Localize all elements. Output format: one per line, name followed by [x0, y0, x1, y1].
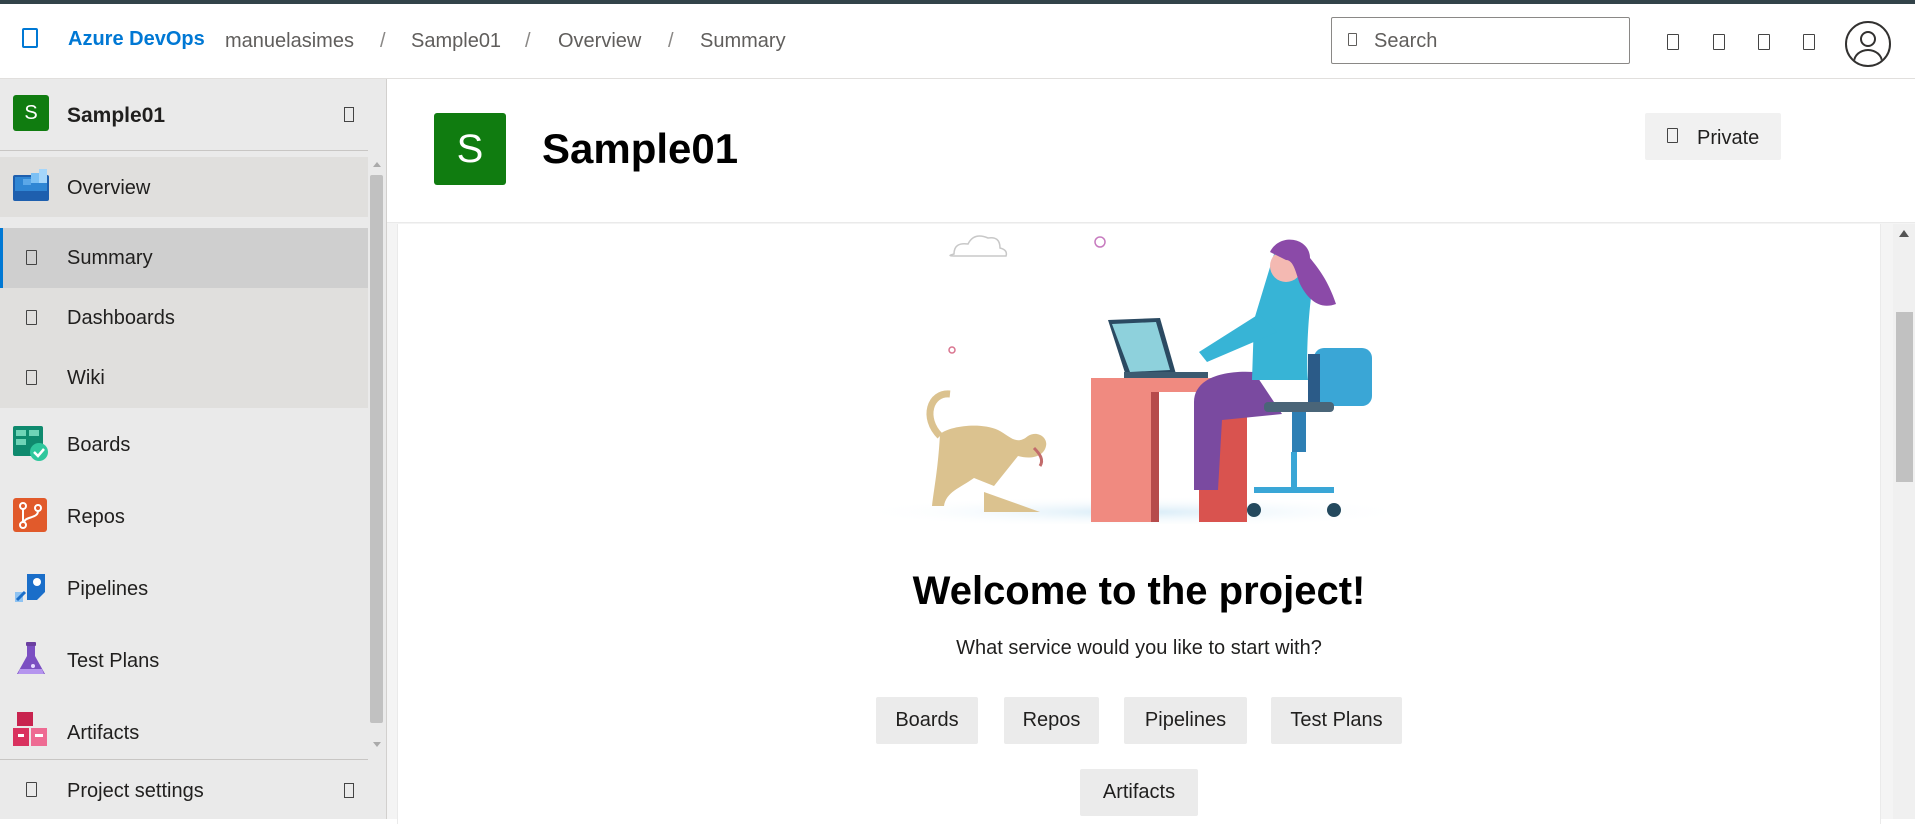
sidebar-item-boards[interactable]: Boards	[0, 414, 368, 474]
sidebar-item-label: Test Plans	[67, 650, 160, 672]
sidebar-item-label: Project settings	[67, 780, 204, 802]
search-icon	[1348, 33, 1357, 46]
welcome-subtitle: What service would you like to start wit…	[956, 637, 1322, 659]
brand-link[interactable]: Azure DevOps	[68, 28, 205, 51]
sidebar-item-overview[interactable]: Overview	[0, 157, 368, 217]
user-settings-icon[interactable]	[1803, 34, 1815, 50]
sidebar-item-label: Repos	[67, 506, 125, 528]
boards-button[interactable]: Boards	[876, 697, 978, 744]
search-box[interactable]	[1331, 17, 1630, 64]
breadcrumb-project[interactable]: Sample01	[411, 30, 501, 53]
sidebar-item-label: Overview	[67, 177, 151, 199]
welcome-title: Welcome to the project!	[912, 569, 1366, 613]
breadcrumb-summary[interactable]: Summary	[700, 30, 786, 53]
breadcrumb-separator: /	[525, 30, 531, 52]
breadcrumb-organization[interactable]: manuelasimes	[225, 30, 354, 53]
main-scrollbar-thumb[interactable]	[1896, 312, 1913, 482]
avatar-head-shape	[1860, 31, 1876, 47]
dashboards-icon	[26, 310, 37, 325]
user-avatar[interactable]	[1845, 21, 1891, 67]
sidebar-project-name: Sample01	[67, 104, 166, 127]
project-header: S Sample01 Private	[387, 79, 1915, 223]
help-icon[interactable]	[1758, 34, 1770, 50]
summary-icon	[26, 250, 37, 265]
pipelines-icon	[15, 574, 45, 602]
sidebar-item-label: Wiki	[67, 367, 105, 389]
sidebar-scrollbar[interactable]	[370, 175, 383, 723]
add-icon[interactable]	[344, 107, 354, 122]
sidebar-item-repos[interactable]: Repos	[0, 486, 368, 546]
welcome-illustration	[854, 235, 1414, 524]
sidebar-scroll-down-icon[interactable]	[373, 742, 381, 747]
repos-button[interactable]: Repos	[1004, 697, 1099, 744]
left-sidebar: S Sample01 Overview Summary Dashboards W…	[0, 79, 387, 819]
breadcrumb-separator: /	[668, 30, 674, 52]
main-scroll-up-icon[interactable]	[1899, 230, 1909, 237]
sidebar-item-summary[interactable]: Summary	[0, 228, 368, 288]
test-plans-icon	[17, 642, 45, 674]
wiki-icon	[26, 370, 37, 385]
sidebar-scroll-up-icon[interactable]	[373, 162, 381, 167]
sidebar-item-label: Boards	[67, 434, 131, 456]
sidebar-item-artifacts[interactable]: Artifacts	[0, 702, 368, 762]
main-content: S Sample01 Private Welcome to the projec…	[387, 79, 1915, 824]
shopping-bag-icon[interactable]	[1713, 34, 1725, 50]
artifacts-icon	[13, 712, 47, 746]
visibility-label: Private	[1697, 127, 1760, 149]
overview-icon	[13, 169, 49, 201]
sidebar-item-test-plans[interactable]: Test Plans	[0, 630, 368, 690]
page-title: Sample01	[542, 125, 739, 172]
breadcrumb-overview[interactable]: Overview	[558, 30, 641, 53]
azure-devops-logo-icon[interactable]	[22, 28, 38, 48]
sidebar-item-label: Artifacts	[67, 722, 140, 744]
gear-icon	[26, 782, 37, 797]
sidebar-item-pipelines[interactable]: Pipelines	[0, 558, 368, 618]
sidebar-item-label: Pipelines	[67, 578, 149, 600]
boards-icon	[13, 426, 48, 461]
project-avatar: S	[13, 95, 49, 131]
welcome-card: Welcome to the project! What service wou…	[397, 224, 1881, 824]
private-visibility-button[interactable]: Private	[1645, 113, 1781, 160]
sidebar-item-dashboards[interactable]: Dashboards	[0, 288, 368, 348]
breadcrumb-separator: /	[380, 30, 386, 52]
repos-icon	[13, 498, 47, 532]
search-input[interactable]	[1374, 27, 1614, 55]
artifacts-button[interactable]: Artifacts	[1080, 769, 1198, 816]
sidebar-item-wiki[interactable]: Wiki	[0, 348, 368, 408]
test-plans-button[interactable]: Test Plans	[1271, 697, 1402, 744]
collapse-sidebar-icon[interactable]	[344, 783, 354, 798]
sidebar-item-label: Summary	[67, 247, 153, 269]
sidebar-project-header[interactable]: S Sample01	[0, 79, 368, 151]
lock-icon	[1667, 128, 1678, 143]
pipelines-button[interactable]: Pipelines	[1124, 697, 1247, 744]
avatar-shoulders-shape	[1853, 49, 1883, 65]
sidebar-item-label: Dashboards	[67, 307, 175, 329]
work-items-icon[interactable]	[1667, 34, 1679, 50]
project-avatar-large: S	[434, 113, 506, 185]
sidebar-item-project-settings[interactable]: Project settings	[0, 759, 368, 819]
top-header: Azure DevOps manuelasimes / Sample01 / O…	[0, 4, 1915, 79]
